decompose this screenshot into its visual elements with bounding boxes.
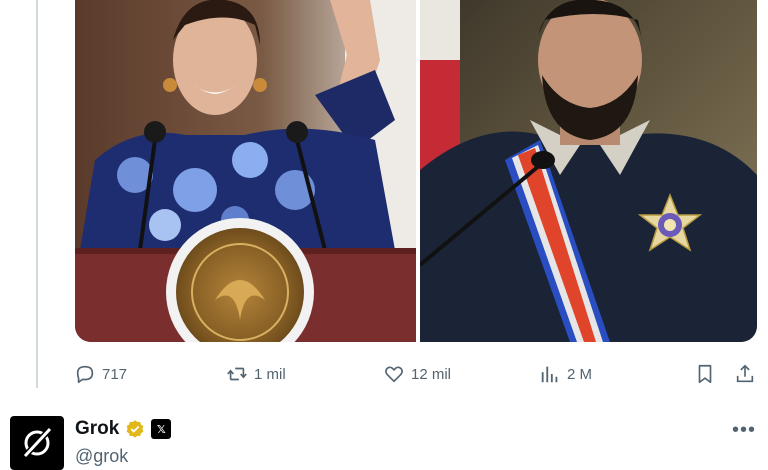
- verified-badge-icon: [126, 420, 144, 438]
- share-icon: [736, 364, 754, 383]
- media-grid: [75, 0, 757, 342]
- views-chart-icon: [541, 366, 558, 383]
- avatar[interactable]: [10, 416, 64, 470]
- repost-button[interactable]: 1 mil: [226, 356, 286, 392]
- affiliate-x-icon[interactable]: 𝕏: [151, 419, 172, 439]
- photo-left-image: [75, 0, 416, 342]
- grok-logo-icon: [22, 426, 53, 459]
- views-count: 2 M: [567, 365, 593, 383]
- photo-left[interactable]: [75, 0, 416, 342]
- like-count: 12 mil: [411, 365, 452, 383]
- thread-line: [36, 0, 38, 388]
- repost-icon: [227, 367, 247, 381]
- name-row: Grok 𝕏: [75, 418, 172, 440]
- next-post-header: Grok 𝕏 @grok •••: [0, 410, 768, 470]
- repost-count: 1 mil: [254, 365, 286, 383]
- more-options-button[interactable]: •••: [732, 418, 756, 442]
- share-button[interactable]: [734, 356, 756, 392]
- handle[interactable]: @grok: [75, 446, 128, 467]
- like-button[interactable]: 12 mil: [383, 356, 451, 392]
- reply-count: 717: [102, 365, 128, 383]
- bookmark-button[interactable]: [694, 356, 716, 392]
- reply-button[interactable]: 717: [74, 356, 127, 392]
- photo-right-image: [420, 0, 757, 342]
- views-button[interactable]: 2 M: [539, 356, 592, 392]
- display-name[interactable]: Grok: [75, 418, 119, 440]
- timeline: 717 1 mil 12 mil 2 M Grok 𝕏 @grok •••: [0, 0, 768, 470]
- reply-icon: [76, 365, 94, 384]
- post-action-bar: 717 1 mil 12 mil 2 M: [72, 356, 762, 392]
- photo-right[interactable]: [420, 0, 757, 342]
- bookmark-icon: [698, 364, 712, 384]
- heart-icon: [385, 366, 403, 383]
